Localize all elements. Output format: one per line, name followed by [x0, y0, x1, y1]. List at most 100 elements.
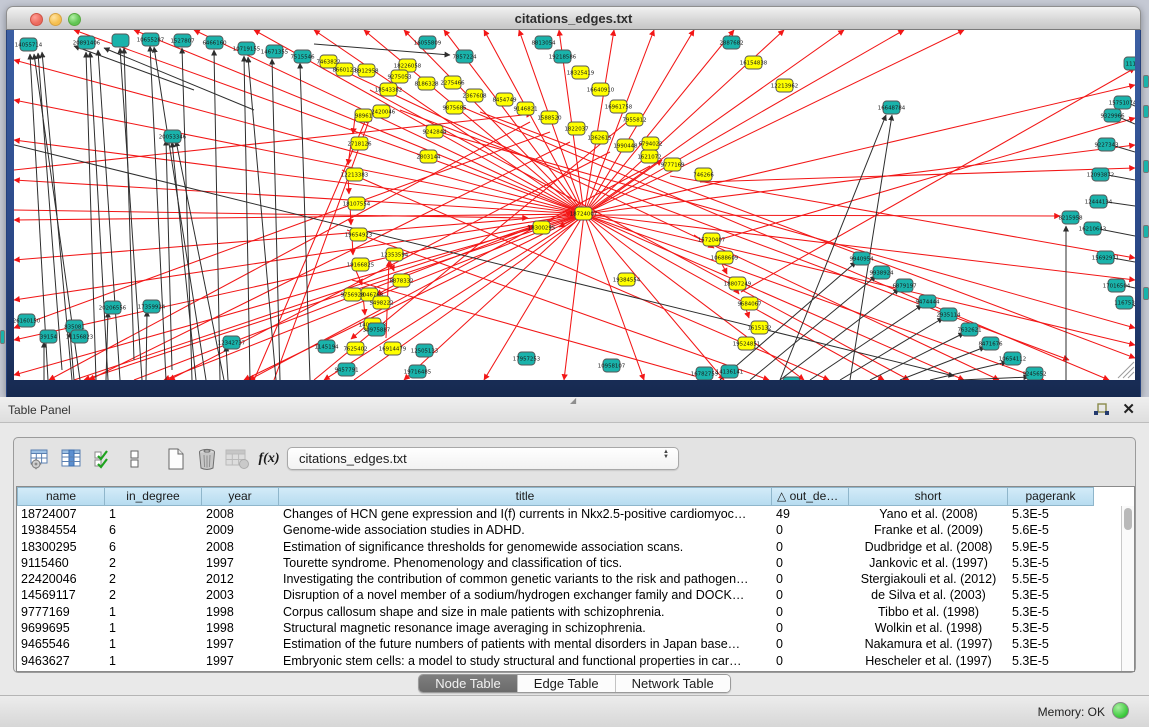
- graph-node[interactable]: 10655287: [137, 33, 164, 46]
- table-mode-icon[interactable]: [28, 446, 56, 472]
- graph-node[interactable]: 7632621: [957, 323, 981, 336]
- graph-node[interactable]: 16914479: [379, 342, 407, 355]
- graph-node[interactable]: 116753: [1114, 296, 1135, 309]
- column-header[interactable]: title: [279, 487, 772, 506]
- graph-node[interactable]: 20053346: [159, 130, 187, 143]
- close-panel-icon[interactable]: ✕: [1122, 400, 1135, 418]
- graph-node[interactable]: 1615132: [747, 321, 771, 334]
- graph-node[interactable]: 6794022: [638, 137, 662, 150]
- graph-node[interactable]: 10719155: [233, 42, 260, 55]
- table-selector-dropdown[interactable]: citations_edges.txt ▲▼: [287, 447, 679, 470]
- tab-network-table[interactable]: Network Table: [616, 675, 730, 692]
- graph-node[interactable]: 7857224: [452, 50, 477, 63]
- show-column-icon[interactable]: [59, 446, 87, 472]
- graph-node[interactable]: 15692971: [1092, 251, 1119, 264]
- graph-node[interactable]: 2887682: [719, 36, 743, 49]
- graph-node[interactable]: 1588520: [537, 111, 562, 124]
- graph-node[interactable]: 5498222: [369, 296, 393, 309]
- delete-column-icon[interactable]: [193, 446, 221, 472]
- row-height-icon[interactable]: [121, 446, 149, 472]
- graph-node[interactable]: 12444134: [1085, 195, 1113, 208]
- graph-node[interactable]: 1822037: [564, 122, 588, 135]
- select-all-icon[interactable]: [90, 446, 118, 472]
- graph-node[interactable]: 17957253: [513, 352, 540, 365]
- network-canvas[interactable]: 1405571420891406106552871527807646616010…: [14, 30, 1135, 380]
- graph-node[interactable]: 16640910: [587, 83, 615, 96]
- graph-node[interactable]: 9938924: [869, 266, 894, 279]
- graph-node[interactable]: 7625402: [343, 342, 367, 355]
- graph-node[interactable]: 14055714: [15, 38, 43, 51]
- column-header[interactable]: in_degree: [105, 487, 202, 506]
- graph-node[interactable]: 8660123: [332, 63, 356, 76]
- graph-node[interactable]: 1145194: [314, 340, 339, 353]
- import-table-icon[interactable]: [224, 446, 252, 472]
- graph-node[interactable]: 19654923: [345, 228, 372, 241]
- column-header[interactable]: year: [202, 487, 279, 506]
- graph-node[interactable]: 2367608: [462, 89, 487, 102]
- tab-node-table[interactable]: Node Table: [419, 675, 518, 692]
- function-builder-icon[interactable]: f(x): [255, 446, 283, 472]
- graph-node[interactable]: 12505133: [411, 344, 438, 357]
- graph-node[interactable]: 1621072: [637, 150, 661, 163]
- table-row[interactable]: 911546021997Tourette syndrome. Phenomeno…: [17, 555, 1134, 571]
- column-header[interactable]: pagerank: [1008, 487, 1094, 506]
- graph-node[interactable]: 19166825: [347, 258, 374, 271]
- graph-node[interactable]: 9875685: [442, 101, 466, 114]
- graph-node[interactable]: 2718126: [347, 137, 372, 150]
- graph-node[interactable]: 9227343: [1094, 138, 1118, 151]
- graph-node[interactable]: 1362615: [587, 131, 611, 144]
- graph-node[interactable]: 1990448: [613, 139, 638, 152]
- graph-node[interactable]: 12342737: [218, 336, 245, 349]
- graph-node[interactable]: 98961: [355, 109, 372, 122]
- graph-node[interactable]: 7955812: [622, 113, 646, 126]
- graph-node[interactable]: 18325419: [567, 66, 595, 79]
- graph-node[interactable]: 2935114: [936, 308, 961, 321]
- table-row[interactable]: 946362711997Embryonic stem cells: a mode…: [17, 653, 1134, 669]
- graph-node[interactable]: 15720407: [698, 233, 725, 246]
- graph-node[interactable]: 14136141: [716, 365, 743, 378]
- column-header[interactable]: △ out_de…: [772, 487, 849, 506]
- graph-node[interactable]: 12093872: [1087, 168, 1114, 181]
- graph-node[interactable]: 12213962: [771, 79, 798, 92]
- graph-node[interactable]: 19218586: [549, 50, 577, 63]
- table-row[interactable]: 977716911998Corpus callosum shape and si…: [17, 604, 1134, 620]
- graph-node[interactable]: 8813054: [531, 36, 556, 49]
- graph-node[interactable]: 9329966: [1100, 109, 1125, 122]
- graph-node[interactable]: 1117: [1124, 57, 1135, 70]
- graph-node[interactable]: 15751074: [1109, 96, 1135, 109]
- graph-node[interactable]: 6879197: [892, 279, 916, 292]
- graph-node[interactable]: 9777169: [660, 158, 685, 171]
- graph-node[interactable]: 19384554: [613, 273, 641, 286]
- column-header[interactable]: name: [17, 487, 105, 506]
- graph-node[interactable]: 2275466: [440, 76, 465, 89]
- graph-node[interactable]: 8215958: [1058, 211, 1083, 224]
- tab-edge-table[interactable]: Edge Table: [518, 675, 616, 692]
- table-row[interactable]: 1456911722003Disruption of a novel membe…: [17, 587, 1134, 603]
- graph-node[interactable]: 9275053: [387, 70, 411, 83]
- graph-node[interactable]: [112, 34, 129, 47]
- graph-node[interactable]: 16961758: [605, 100, 633, 113]
- graph-node[interactable]: 16055809: [414, 36, 442, 49]
- float-panel-icon[interactable]: [1094, 403, 1109, 416]
- graph-node[interactable]: 18543382: [375, 83, 402, 96]
- graph-node[interactable]: 8454749: [492, 93, 517, 106]
- graph-node[interactable]: 16210643: [1079, 222, 1106, 235]
- graph-node[interactable]: 9457791: [334, 363, 358, 376]
- graph-node[interactable]: 9146821: [513, 102, 537, 115]
- graph-node[interactable]: 8912958: [354, 64, 379, 77]
- graph-node[interactable]: 8186328: [414, 77, 439, 90]
- table-row[interactable]: 946554611997Estimation of the future num…: [17, 636, 1134, 652]
- graph-node[interactable]: 20206556: [99, 301, 127, 314]
- graph-node[interactable]: 10958107: [598, 359, 625, 372]
- graph-node[interactable]: 9245652: [1022, 367, 1046, 380]
- window-titlebar[interactable]: citations_edges.txt: [6, 6, 1141, 30]
- table-row[interactable]: 1938455462009Genome-wide association stu…: [17, 522, 1134, 538]
- column-header[interactable]: short: [849, 487, 1008, 506]
- graph-node[interactable]: 8471676: [978, 337, 1003, 350]
- graph-node[interactable]: 39154: [40, 330, 58, 343]
- new-column-icon[interactable]: [162, 446, 190, 472]
- resize-grip[interactable]: [1118, 362, 1134, 378]
- graph-node[interactable]: 10688609: [711, 251, 739, 264]
- table-scrollbar[interactable]: [1121, 506, 1134, 671]
- graph-node[interactable]: 9684067: [737, 297, 761, 310]
